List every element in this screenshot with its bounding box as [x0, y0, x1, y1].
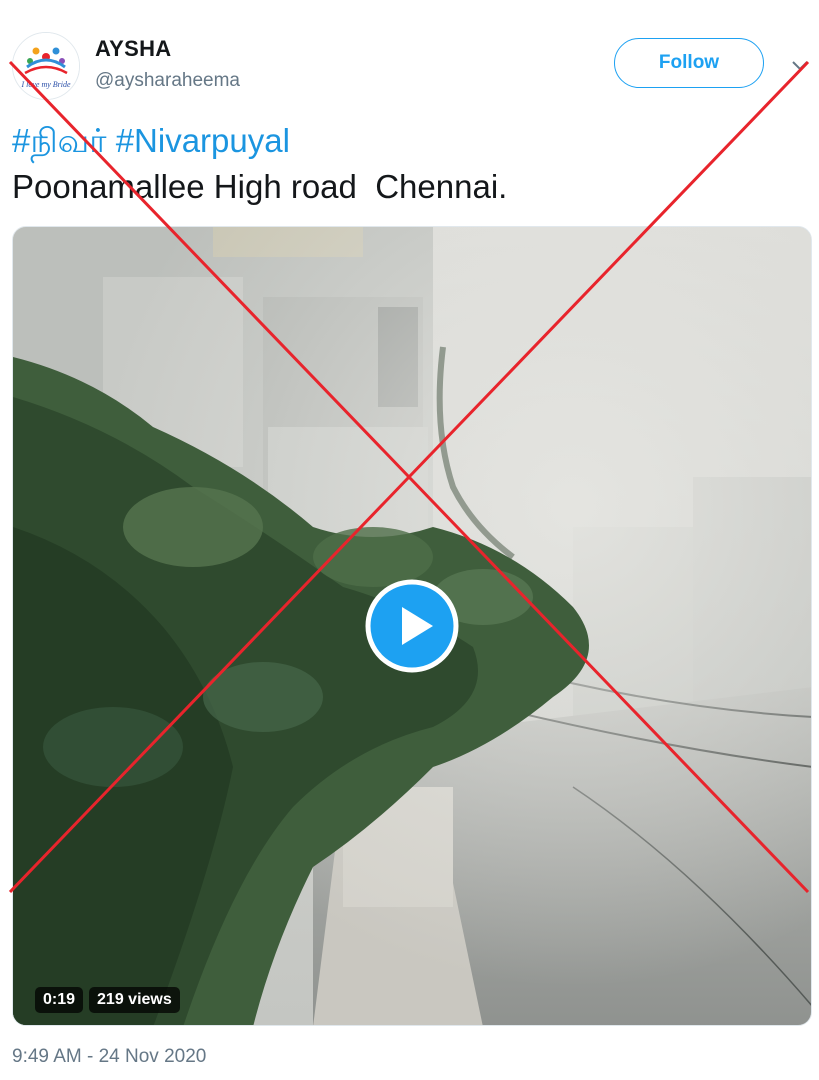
avatar[interactable]: I love my Bride — [12, 32, 80, 100]
tweet-card: I love my Bride AYSHA @aysharaheema Foll… — [0, 0, 819, 1080]
avatar-logo-icon: I love my Bride — [13, 33, 79, 99]
hashtag-nivar[interactable]: #நிவர் — [12, 122, 107, 159]
chevron-down-icon[interactable] — [790, 56, 810, 76]
video-player[interactable]: 0:19 219 views — [12, 226, 812, 1026]
hashtag-nivarpuyal[interactable]: #Nivarpuyal — [116, 122, 290, 159]
play-button[interactable] — [365, 579, 459, 673]
hashtag-line: #நிவர் #Nivarpuyal — [12, 118, 802, 164]
user-handle[interactable]: @aysharaheema — [95, 70, 240, 92]
tweet-text: #நிவர் #Nivarpuyal Poonamallee High road… — [12, 118, 802, 210]
display-name[interactable]: AYSHA — [95, 36, 172, 62]
video-meta: 0:19 219 views — [35, 987, 180, 1013]
avatar-text: I love my Bride — [20, 80, 71, 89]
video-duration: 0:19 — [35, 987, 84, 1013]
tweet-body: Poonamallee High road Chennai. — [12, 168, 508, 205]
follow-button[interactable]: Follow — [614, 38, 764, 88]
video-views: 219 views — [89, 987, 180, 1013]
tweet-timestamp[interactable]: 9:49 AM - 24 Nov 2020 — [12, 1046, 206, 1068]
